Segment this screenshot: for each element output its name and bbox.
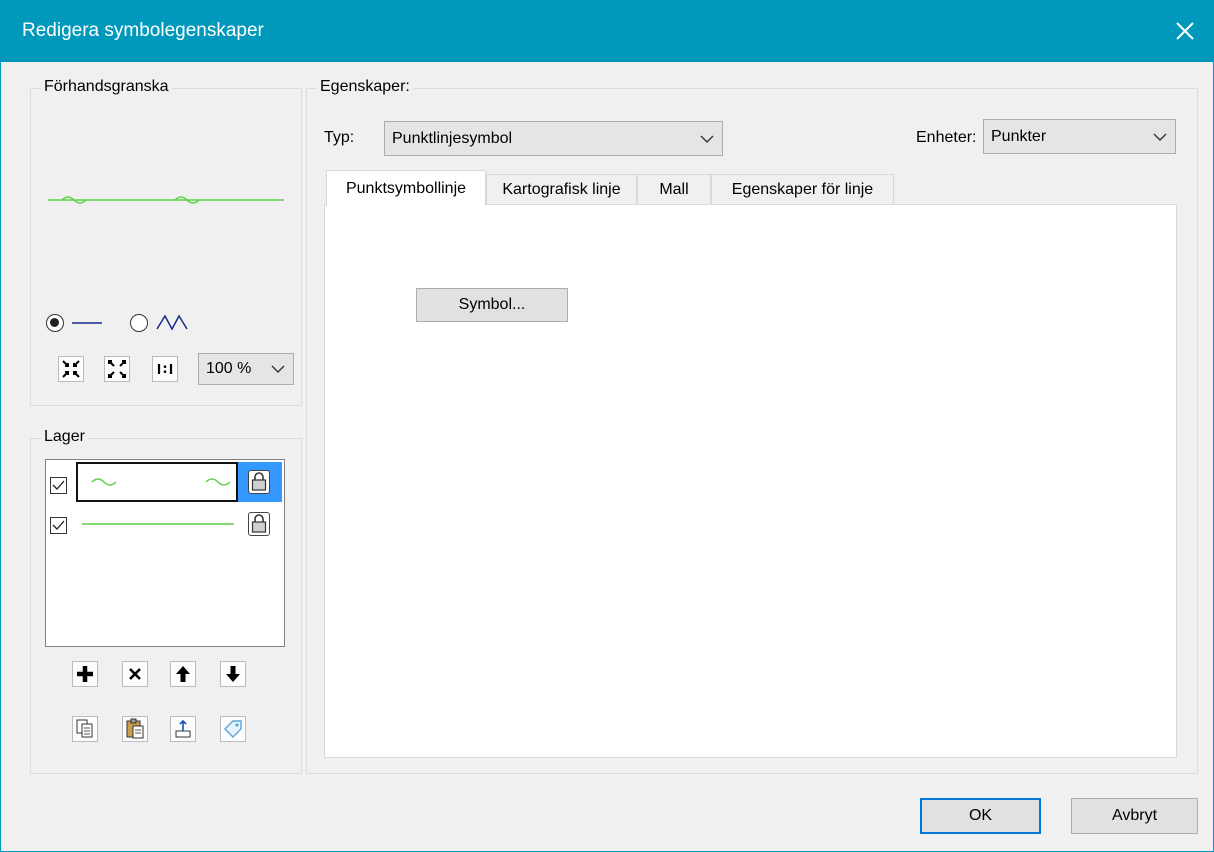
layer-visibility-checkbox[interactable]: [50, 517, 67, 534]
remove-layer-icon[interactable]: [122, 661, 148, 687]
units-label: Enheter:: [916, 129, 977, 146]
preview-legend: Förhandsgranska: [41, 78, 172, 96]
layers-legend: Lager: [41, 428, 88, 446]
tag-icon[interactable]: [220, 716, 246, 742]
type-select[interactable]: Punktlinjesymbol: [384, 121, 723, 156]
layer-list[interactable]: [45, 459, 285, 647]
symbol-button[interactable]: Symbol...: [416, 288, 568, 322]
units-value: Punkter: [991, 127, 1047, 145]
zoom-in-icon[interactable]: [58, 356, 84, 382]
add-layer-icon[interactable]: [72, 661, 98, 687]
layer-symbol-preview: [82, 523, 234, 525]
tab-mall[interactable]: Mall: [637, 174, 711, 204]
tab-egenskaper-for-linje[interactable]: Egenskaper för linje: [711, 174, 894, 204]
title-bar: Redigera symbolegenskaper: [0, 0, 1214, 62]
type-value: Punktlinjesymbol: [392, 129, 513, 147]
move-down-icon[interactable]: [220, 661, 246, 687]
lock-icon[interactable]: [248, 470, 270, 494]
type-label: Typ:: [324, 129, 355, 146]
chevron-down-icon: [271, 365, 285, 373]
zoom-out-icon[interactable]: [104, 356, 130, 382]
zoom-value: 100 %: [206, 360, 252, 377]
preview-line: [48, 196, 284, 204]
layer-visibility-checkbox[interactable]: [50, 477, 67, 494]
paste-icon[interactable]: [122, 716, 148, 742]
tab-panel: Symbol...: [324, 204, 1177, 758]
straight-line-icon: [72, 322, 102, 324]
layer-symbol-preview: [91, 478, 231, 486]
chevron-down-icon: [1153, 133, 1167, 141]
line-mode-radio[interactable]: [46, 314, 64, 332]
zigzag-icon: [156, 314, 188, 331]
units-select[interactable]: Punkter: [983, 119, 1176, 154]
chevron-down-icon: [700, 135, 714, 143]
cancel-button[interactable]: Avbryt: [1071, 798, 1198, 834]
actual-size-icon[interactable]: [152, 356, 178, 382]
zoom-select[interactable]: 100 %: [198, 353, 294, 385]
copy-icon[interactable]: [72, 716, 98, 742]
tab-punktsymbollinje[interactable]: Punktsymbollinje: [326, 170, 486, 206]
layer-row-selected[interactable]: [76, 462, 238, 502]
ok-button[interactable]: OK: [920, 798, 1041, 834]
close-icon[interactable]: [1170, 14, 1200, 48]
reset-icon[interactable]: [170, 716, 196, 742]
lock-icon[interactable]: [248, 512, 270, 536]
zigzag-mode-radio[interactable]: [130, 314, 148, 332]
window-title: Redigera symbolegenskaper: [22, 20, 264, 41]
window-border-left: [0, 62, 1, 852]
tab-kartografisk-linje[interactable]: Kartografisk linje: [486, 174, 637, 204]
move-up-icon[interactable]: [170, 661, 196, 687]
properties-legend: Egenskaper:: [317, 78, 413, 96]
